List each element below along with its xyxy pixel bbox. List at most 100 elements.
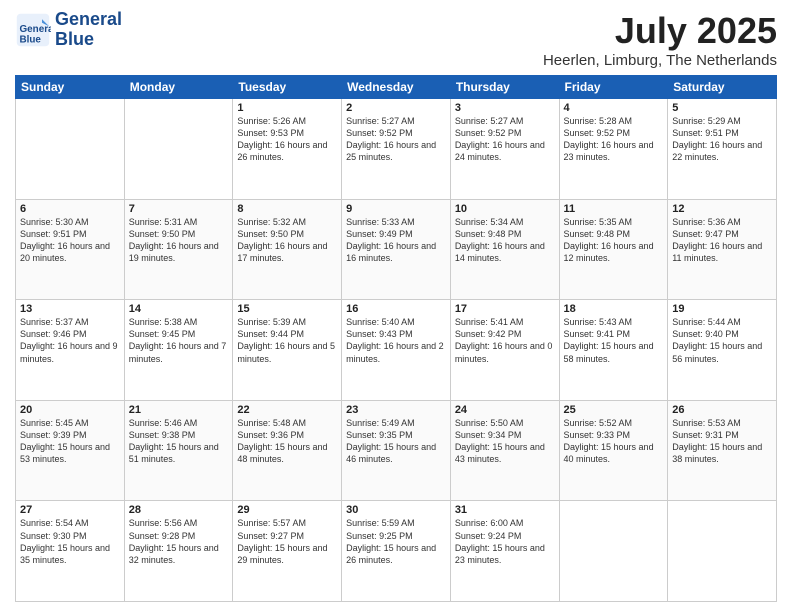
day-number: 17 — [455, 303, 555, 315]
day-info: Sunrise: 5:36 AM Sunset: 9:47 PM Dayligh… — [672, 216, 772, 265]
day-info: Sunrise: 5:31 AM Sunset: 9:50 PM Dayligh… — [129, 216, 229, 265]
table-row: 22Sunrise: 5:48 AM Sunset: 9:36 PM Dayli… — [233, 400, 342, 501]
day-info: Sunrise: 5:29 AM Sunset: 9:51 PM Dayligh… — [672, 115, 772, 164]
table-row: 31Sunrise: 6:00 AM Sunset: 9:24 PM Dayli… — [450, 501, 559, 602]
day-info: Sunrise: 5:44 AM Sunset: 9:40 PM Dayligh… — [672, 316, 772, 365]
calendar-week-row: 13Sunrise: 5:37 AM Sunset: 9:46 PM Dayli… — [16, 300, 777, 401]
table-row: 12Sunrise: 5:36 AM Sunset: 9:47 PM Dayli… — [668, 199, 777, 300]
table-row: 11Sunrise: 5:35 AM Sunset: 9:48 PM Dayli… — [559, 199, 668, 300]
main-title: July 2025 — [543, 10, 777, 52]
table-row: 20Sunrise: 5:45 AM Sunset: 9:39 PM Dayli… — [16, 400, 125, 501]
day-info: Sunrise: 5:39 AM Sunset: 9:44 PM Dayligh… — [237, 316, 337, 365]
day-number: 2 — [346, 102, 446, 114]
table-row: 29Sunrise: 5:57 AM Sunset: 9:27 PM Dayli… — [233, 501, 342, 602]
calendar-header-row: Sunday Monday Tuesday Wednesday Thursday… — [16, 76, 777, 99]
day-number: 4 — [564, 102, 664, 114]
table-row: 1Sunrise: 5:26 AM Sunset: 9:53 PM Daylig… — [233, 99, 342, 200]
col-wednesday: Wednesday — [342, 76, 451, 99]
svg-text:General: General — [20, 24, 52, 35]
day-number: 22 — [237, 404, 337, 416]
day-info: Sunrise: 5:54 AM Sunset: 9:30 PM Dayligh… — [20, 517, 120, 566]
table-row: 8Sunrise: 5:32 AM Sunset: 9:50 PM Daylig… — [233, 199, 342, 300]
table-row: 19Sunrise: 5:44 AM Sunset: 9:40 PM Dayli… — [668, 300, 777, 401]
header: General Blue General Blue July 2025 Heer… — [15, 10, 777, 69]
calendar: Sunday Monday Tuesday Wednesday Thursday… — [15, 75, 777, 602]
table-row: 3Sunrise: 5:27 AM Sunset: 9:52 PM Daylig… — [450, 99, 559, 200]
col-monday: Monday — [124, 76, 233, 99]
table-row: 21Sunrise: 5:46 AM Sunset: 9:38 PM Dayli… — [124, 400, 233, 501]
day-info: Sunrise: 5:40 AM Sunset: 9:43 PM Dayligh… — [346, 316, 446, 365]
day-info: Sunrise: 5:50 AM Sunset: 9:34 PM Dayligh… — [455, 417, 555, 466]
table-row: 23Sunrise: 5:49 AM Sunset: 9:35 PM Dayli… — [342, 400, 451, 501]
title-block: July 2025 Heerlen, Limburg, The Netherla… — [543, 10, 777, 69]
day-info: Sunrise: 5:41 AM Sunset: 9:42 PM Dayligh… — [455, 316, 555, 365]
table-row: 2Sunrise: 5:27 AM Sunset: 9:52 PM Daylig… — [342, 99, 451, 200]
day-number: 25 — [564, 404, 664, 416]
day-number: 14 — [129, 303, 229, 315]
table-row — [124, 99, 233, 200]
day-info: Sunrise: 5:28 AM Sunset: 9:52 PM Dayligh… — [564, 115, 664, 164]
day-info: Sunrise: 5:38 AM Sunset: 9:45 PM Dayligh… — [129, 316, 229, 365]
day-number: 31 — [455, 504, 555, 516]
day-info: Sunrise: 5:35 AM Sunset: 9:48 PM Dayligh… — [564, 216, 664, 265]
day-info: Sunrise: 5:27 AM Sunset: 9:52 PM Dayligh… — [346, 115, 446, 164]
day-number: 8 — [237, 203, 337, 215]
table-row: 15Sunrise: 5:39 AM Sunset: 9:44 PM Dayli… — [233, 300, 342, 401]
day-info: Sunrise: 5:59 AM Sunset: 9:25 PM Dayligh… — [346, 517, 446, 566]
table-row: 17Sunrise: 5:41 AM Sunset: 9:42 PM Dayli… — [450, 300, 559, 401]
table-row: 10Sunrise: 5:34 AM Sunset: 9:48 PM Dayli… — [450, 199, 559, 300]
day-info: Sunrise: 6:00 AM Sunset: 9:24 PM Dayligh… — [455, 517, 555, 566]
day-number: 23 — [346, 404, 446, 416]
col-friday: Friday — [559, 76, 668, 99]
table-row: 26Sunrise: 5:53 AM Sunset: 9:31 PM Dayli… — [668, 400, 777, 501]
day-info: Sunrise: 5:46 AM Sunset: 9:38 PM Dayligh… — [129, 417, 229, 466]
calendar-week-row: 27Sunrise: 5:54 AM Sunset: 9:30 PM Dayli… — [16, 501, 777, 602]
day-number: 18 — [564, 303, 664, 315]
page: General Blue General Blue July 2025 Heer… — [0, 0, 792, 612]
subtitle: Heerlen, Limburg, The Netherlands — [543, 52, 777, 69]
day-number: 1 — [237, 102, 337, 114]
table-row: 9Sunrise: 5:33 AM Sunset: 9:49 PM Daylig… — [342, 199, 451, 300]
calendar-week-row: 1Sunrise: 5:26 AM Sunset: 9:53 PM Daylig… — [16, 99, 777, 200]
logo: General Blue General Blue — [15, 10, 122, 50]
table-row: 30Sunrise: 5:59 AM Sunset: 9:25 PM Dayli… — [342, 501, 451, 602]
logo-text-line1: General — [55, 10, 122, 30]
table-row: 7Sunrise: 5:31 AM Sunset: 9:50 PM Daylig… — [124, 199, 233, 300]
day-info: Sunrise: 5:26 AM Sunset: 9:53 PM Dayligh… — [237, 115, 337, 164]
day-number: 16 — [346, 303, 446, 315]
table-row: 18Sunrise: 5:43 AM Sunset: 9:41 PM Dayli… — [559, 300, 668, 401]
day-number: 20 — [20, 404, 120, 416]
svg-text:Blue: Blue — [20, 34, 42, 45]
col-thursday: Thursday — [450, 76, 559, 99]
table-row — [559, 501, 668, 602]
table-row: 27Sunrise: 5:54 AM Sunset: 9:30 PM Dayli… — [16, 501, 125, 602]
day-info: Sunrise: 5:49 AM Sunset: 9:35 PM Dayligh… — [346, 417, 446, 466]
day-number: 27 — [20, 504, 120, 516]
day-info: Sunrise: 5:43 AM Sunset: 9:41 PM Dayligh… — [564, 316, 664, 365]
table-row: 16Sunrise: 5:40 AM Sunset: 9:43 PM Dayli… — [342, 300, 451, 401]
day-info: Sunrise: 5:53 AM Sunset: 9:31 PM Dayligh… — [672, 417, 772, 466]
table-row — [16, 99, 125, 200]
day-number: 5 — [672, 102, 772, 114]
table-row: 28Sunrise: 5:56 AM Sunset: 9:28 PM Dayli… — [124, 501, 233, 602]
table-row: 5Sunrise: 5:29 AM Sunset: 9:51 PM Daylig… — [668, 99, 777, 200]
day-info: Sunrise: 5:48 AM Sunset: 9:36 PM Dayligh… — [237, 417, 337, 466]
table-row: 13Sunrise: 5:37 AM Sunset: 9:46 PM Dayli… — [16, 300, 125, 401]
table-row: 24Sunrise: 5:50 AM Sunset: 9:34 PM Dayli… — [450, 400, 559, 501]
day-number: 13 — [20, 303, 120, 315]
day-info: Sunrise: 5:56 AM Sunset: 9:28 PM Dayligh… — [129, 517, 229, 566]
day-number: 26 — [672, 404, 772, 416]
day-number: 11 — [564, 203, 664, 215]
day-number: 9 — [346, 203, 446, 215]
table-row: 6Sunrise: 5:30 AM Sunset: 9:51 PM Daylig… — [16, 199, 125, 300]
calendar-week-row: 6Sunrise: 5:30 AM Sunset: 9:51 PM Daylig… — [16, 199, 777, 300]
table-row: 14Sunrise: 5:38 AM Sunset: 9:45 PM Dayli… — [124, 300, 233, 401]
day-number: 30 — [346, 504, 446, 516]
col-tuesday: Tuesday — [233, 76, 342, 99]
day-info: Sunrise: 5:57 AM Sunset: 9:27 PM Dayligh… — [237, 517, 337, 566]
logo-icon: General Blue — [15, 12, 51, 48]
table-row: 4Sunrise: 5:28 AM Sunset: 9:52 PM Daylig… — [559, 99, 668, 200]
day-number: 28 — [129, 504, 229, 516]
day-number: 6 — [20, 203, 120, 215]
day-info: Sunrise: 5:30 AM Sunset: 9:51 PM Dayligh… — [20, 216, 120, 265]
